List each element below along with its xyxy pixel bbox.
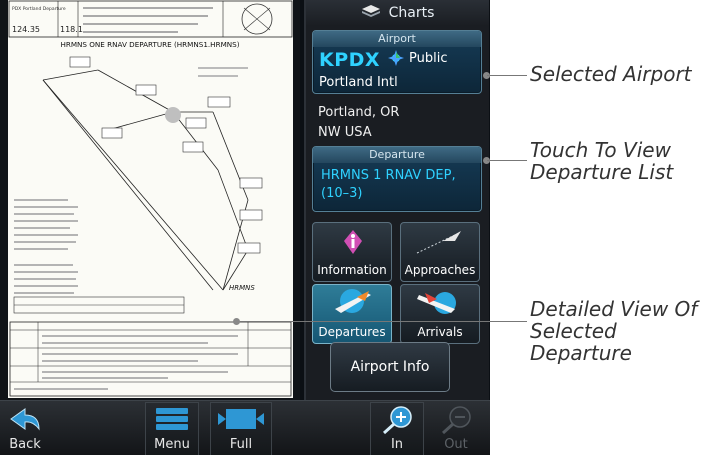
menu-icon	[154, 405, 190, 437]
departures-label: Departures	[318, 325, 386, 339]
callout-touch-line1: Touch To View	[530, 138, 671, 162]
menu-label: Menu	[154, 437, 190, 452]
zoom-out-icon	[438, 405, 474, 439]
airport-info-button[interactable]: Airport Info	[330, 342, 450, 392]
callout-touch-line2: Departure List	[530, 160, 674, 184]
callout-detail-line2: Selected Departure	[530, 319, 632, 365]
chart-freq-2: 118.1	[60, 25, 83, 34]
approaches-label: Approaches	[404, 263, 476, 277]
callout-selected-airport: Selected Airport	[530, 62, 692, 86]
public-airport-icon	[387, 49, 405, 67]
callout-line-departure	[487, 160, 527, 161]
zoom-out-button[interactable]: Out	[430, 403, 482, 455]
arrivals-tile[interactable]: Arrivals	[400, 284, 480, 344]
departure-header: Departure	[313, 147, 481, 163]
airport-location: Portland, OR NW USA	[318, 103, 399, 143]
departure-chart-image: PDX Portland Departure 124.35 118.1 HRMN…	[8, 0, 293, 398]
location-city: Portland, OR	[318, 105, 400, 120]
callout-dot-detail	[233, 318, 240, 325]
full-button[interactable]: Full	[210, 402, 272, 455]
menu-button[interactable]: Menu	[145, 402, 199, 455]
chart-view[interactable]: PDX Portland Departure 124.35 118.1 HRMN…	[0, 0, 300, 400]
airport-selector-button[interactable]: Airport KPDX Public Portland Intl	[312, 30, 482, 94]
callout-line-detail	[240, 321, 527, 322]
airport-name: Portland Intl	[319, 75, 398, 90]
arrivals-label: Arrivals	[417, 325, 463, 339]
zoom-in-icon	[379, 405, 415, 439]
callout-line-airport	[487, 75, 527, 76]
chart-procedure-title: HRMNS ONE RNAV DEPARTURE (HRMNS1.HRMNS)	[60, 40, 239, 49]
chart-header-text: PDX Portland Departure	[12, 6, 66, 12]
airport-code: KPDX	[319, 49, 381, 71]
zoom-in-label: In	[390, 437, 404, 452]
gps-display: PDX Portland Departure 124.35 118.1 HRMN…	[0, 0, 490, 455]
full-label: Full	[229, 437, 253, 452]
arrival-plane-icon	[415, 287, 465, 320]
chart-freq-1: 124.35	[12, 25, 40, 34]
panel-title: Charts	[388, 5, 435, 21]
departure-plane-icon	[327, 287, 377, 320]
charts-panel: Charts Airport KPDX Public Portland Intl…	[304, 0, 489, 400]
back-button[interactable]: Back	[0, 403, 50, 455]
departure-value: HRMNS 1 RNAV DEP, (10–3)	[313, 163, 481, 207]
airport-type: Public	[409, 51, 448, 66]
back-label: Back	[9, 437, 41, 452]
information-icon	[341, 229, 365, 258]
full-screen-icon	[216, 405, 266, 437]
zoom-out-label: Out	[444, 437, 468, 452]
information-tile[interactable]: Information	[312, 222, 392, 282]
panel-title-bar: Charts	[306, 0, 489, 26]
callout-detail-line1: Detailed View Of	[530, 297, 698, 321]
callout-detailed-view: Detailed View Of Selected Departure	[530, 298, 715, 364]
departure-value-line1: HRMNS 1 RNAV DEP,	[321, 168, 456, 183]
departure-selector-button[interactable]: Departure HRMNS 1 RNAV DEP, (10–3)	[312, 146, 482, 212]
departures-tile[interactable]: Departures	[312, 284, 392, 344]
information-label: Information	[317, 263, 387, 277]
approach-plane-icon	[415, 229, 465, 258]
back-arrow-icon	[5, 405, 45, 439]
airport-header: Airport	[313, 31, 481, 47]
departure-value-line2: (10–3)	[321, 186, 363, 201]
charts-book-icon	[361, 4, 381, 22]
softkey-bar: Back Menu Full In Out	[0, 400, 490, 455]
chart-fix-label: HRMNS	[229, 284, 255, 292]
approaches-tile[interactable]: Approaches	[400, 222, 480, 282]
location-region: NW USA	[318, 125, 372, 140]
zoom-in-button[interactable]: In	[370, 402, 424, 455]
callout-touch-departure-list: Touch To View Departure List	[530, 139, 673, 183]
